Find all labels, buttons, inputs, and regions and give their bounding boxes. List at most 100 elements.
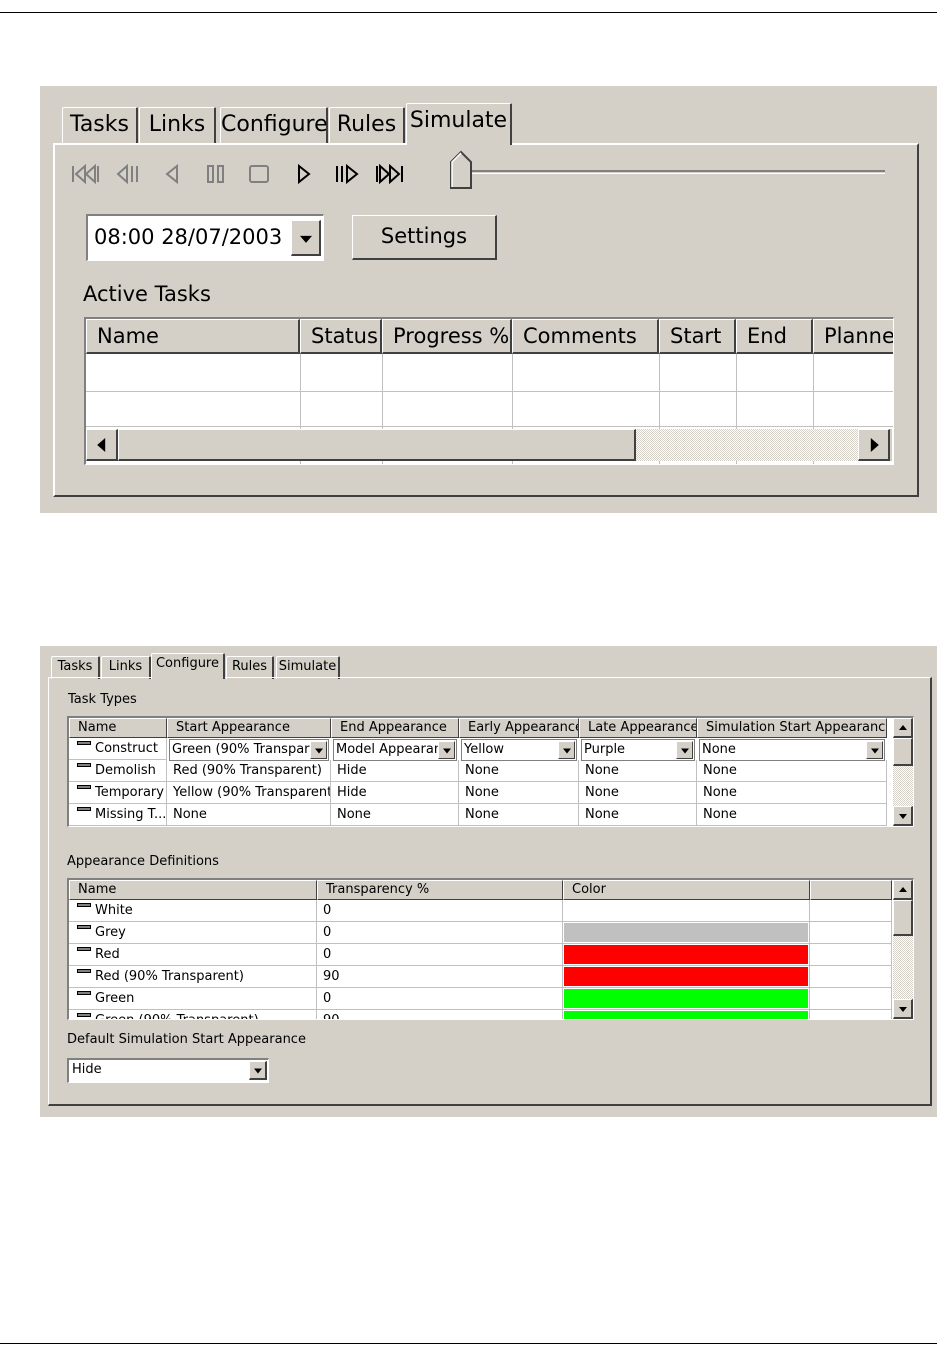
tab-configure[interactable]: Configure <box>220 107 328 145</box>
color-swatch[interactable] <box>563 944 810 966</box>
table-cell[interactable]: None <box>579 804 697 826</box>
tab-tasks[interactable]: Tasks <box>62 107 138 145</box>
tab-links[interactable]: Links <box>101 656 151 679</box>
color-swatch[interactable] <box>563 900 810 922</box>
column-header-planned[interactable]: Planne <box>813 319 893 354</box>
tab-tasks[interactable]: Tasks <box>51 656 100 679</box>
table-cell[interactable]: None <box>459 782 579 804</box>
column-header-late-appearance[interactable]: Late Appearance <box>579 718 697 738</box>
table-row-name[interactable]: Red <box>69 944 317 966</box>
table-cell[interactable]: None <box>459 804 579 826</box>
skip-to-start-button[interactable] <box>67 160 103 188</box>
column-header-name[interactable]: Name <box>69 718 167 738</box>
tab-simulate[interactable]: Simulate <box>276 656 340 679</box>
table-cell[interactable]: Yellow (90% Transparent) <box>167 782 331 804</box>
column-header-comments[interactable]: Comments <box>512 319 659 354</box>
table-cell[interactable]: 0 <box>317 922 563 944</box>
color-swatch[interactable] <box>563 922 810 944</box>
time-slider-track[interactable] <box>465 170 885 174</box>
column-header-name[interactable]: Name <box>86 319 300 354</box>
table-cell[interactable] <box>810 922 892 944</box>
late-appearance-combo[interactable]: Purple <box>581 739 695 761</box>
table-row-name[interactable]: Temporary <box>69 782 167 804</box>
step-back-button[interactable] <box>110 160 146 188</box>
settings-button[interactable]: Settings <box>352 215 497 260</box>
skip-to-end-button[interactable] <box>372 160 408 188</box>
table-cell[interactable]: None <box>459 760 579 782</box>
play-reverse-button[interactable] <box>154 160 190 188</box>
scroll-up-button[interactable] <box>893 880 913 900</box>
active-tasks-table[interactable]: Name Status Progress % Comments Start En… <box>84 317 894 465</box>
table-cell[interactable]: 0 <box>317 988 563 1010</box>
horizontal-scrollbar[interactable] <box>86 429 892 461</box>
column-header-progress[interactable]: Progress % <box>382 319 512 354</box>
default-sim-start-combo[interactable]: Hide <box>67 1058 269 1083</box>
tab-rules[interactable]: Rules <box>329 107 405 145</box>
scroll-left-button[interactable] <box>86 429 118 461</box>
table-cell[interactable]: None <box>167 804 331 826</box>
table-cell[interactable]: None <box>331 804 459 826</box>
dropdown-button[interactable] <box>558 741 575 759</box>
tab-simulate[interactable]: Simulate <box>406 103 512 145</box>
sim-start-appearance-combo[interactable]: None <box>699 739 885 761</box>
vertical-scrollbar[interactable] <box>893 718 913 826</box>
vertical-scrollbar[interactable] <box>893 880 913 1019</box>
table-cell[interactable]: 90 <box>317 966 563 988</box>
column-header-blank[interactable] <box>810 880 892 900</box>
color-swatch[interactable] <box>563 1010 810 1019</box>
dropdown-button[interactable] <box>310 741 327 759</box>
table-row-name[interactable]: Green (90% Transparent) <box>69 1010 317 1019</box>
column-header-status[interactable]: Status <box>300 319 382 354</box>
end-appearance-combo[interactable]: Model Appearanc <box>333 739 457 761</box>
table-cell[interactable] <box>810 988 892 1010</box>
table-cell[interactable]: Hide <box>331 782 459 804</box>
column-header-early-appearance[interactable]: Early Appearance <box>459 718 579 738</box>
table-row-name[interactable]: Green <box>69 988 317 1010</box>
scroll-down-button[interactable] <box>893 806 913 826</box>
table-cell[interactable] <box>810 966 892 988</box>
date-dropdown-button[interactable] <box>291 220 321 256</box>
column-header-sim-start-appearance[interactable]: Simulation Start Appearance <box>697 718 887 738</box>
scroll-track[interactable] <box>636 429 858 461</box>
column-header-name[interactable]: Name <box>69 880 317 900</box>
table-cell[interactable]: None <box>697 760 887 782</box>
step-forward-button[interactable] <box>328 160 364 188</box>
dropdown-button[interactable] <box>676 741 693 759</box>
table-cell[interactable]: None <box>579 782 697 804</box>
pause-button[interactable] <box>198 160 234 188</box>
scroll-up-button[interactable] <box>893 718 913 738</box>
table-row-name[interactable]: White <box>69 900 317 922</box>
table-row-name[interactable]: Missing T... <box>69 804 167 826</box>
dropdown-button[interactable] <box>438 741 455 759</box>
table-row-name[interactable]: Red (90% Transparent) <box>69 966 317 988</box>
column-header-end[interactable]: End <box>736 319 813 354</box>
tab-configure[interactable]: Configure <box>151 653 225 679</box>
table-cell[interactable]: None <box>697 804 887 826</box>
table-cell[interactable]: 90 <box>317 1010 563 1019</box>
start-appearance-combo[interactable]: Green (90% Transparer <box>169 739 329 761</box>
table-cell[interactable]: Hide <box>331 760 459 782</box>
appearance-definitions-table[interactable]: Name Transparency % Color White 0 Grey 0 Red… <box>67 878 914 1020</box>
play-button[interactable] <box>286 160 322 188</box>
color-swatch[interactable] <box>563 966 810 988</box>
table-cell[interactable]: Red (90% Transparent) <box>167 760 331 782</box>
scroll-right-button[interactable] <box>858 429 890 461</box>
column-header-end-appearance[interactable]: End Appearance <box>331 718 459 738</box>
early-appearance-combo[interactable]: Yellow <box>461 739 577 761</box>
dropdown-button[interactable] <box>866 741 883 759</box>
table-cell[interactable] <box>810 1010 892 1019</box>
color-swatch[interactable] <box>563 988 810 1010</box>
table-row-name[interactable]: Demolish <box>69 760 167 782</box>
table-row-name[interactable]: Grey <box>69 922 317 944</box>
scroll-down-button[interactable] <box>893 999 913 1019</box>
column-header-start[interactable]: Start <box>659 319 736 354</box>
scroll-thumb[interactable] <box>893 738 913 766</box>
table-cell[interactable]: 0 <box>317 944 563 966</box>
column-header-color[interactable]: Color <box>563 880 810 900</box>
table-cell[interactable]: 0 <box>317 900 563 922</box>
table-cell[interactable]: None <box>697 782 887 804</box>
time-slider-thumb[interactable] <box>449 150 473 190</box>
column-header-transparency[interactable]: Transparency % <box>317 880 563 900</box>
table-cell[interactable]: None <box>579 760 697 782</box>
scroll-thumb[interactable] <box>118 429 636 461</box>
